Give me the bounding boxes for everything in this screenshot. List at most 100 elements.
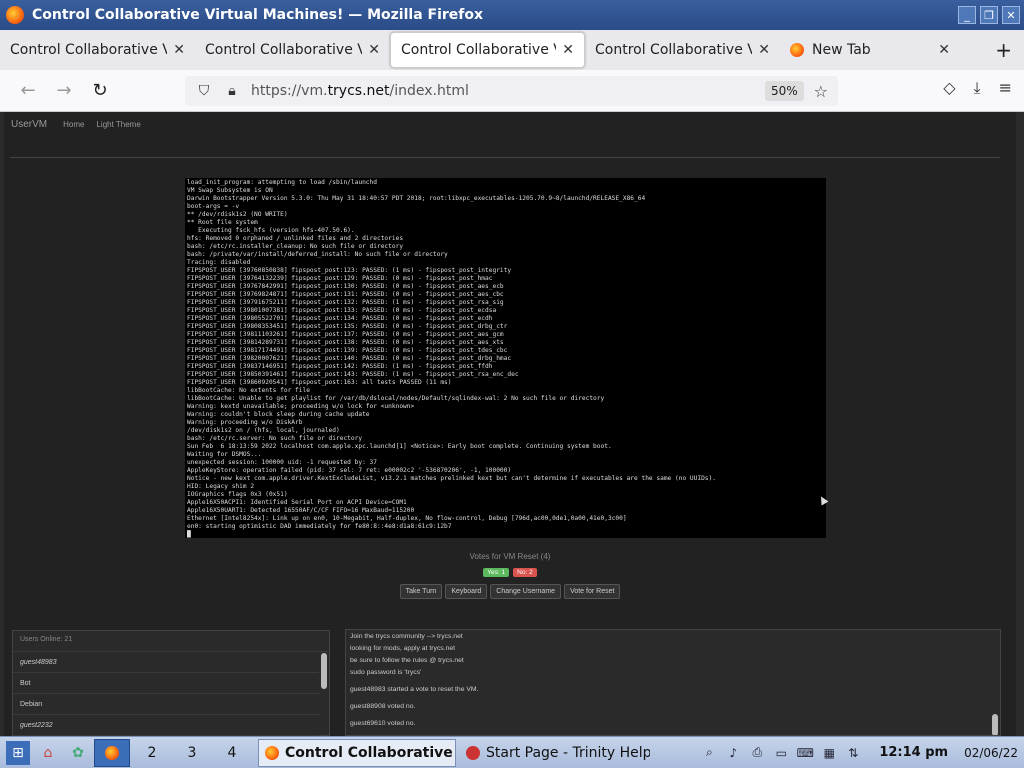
minimize-button[interactable]: _ xyxy=(958,6,976,24)
url-bar[interactable]: ⛉ 🔒︎ https://vm.trycs.net/index.html 50%… xyxy=(185,76,838,106)
navigation-bar: ← → ↻ ⛉ 🔒︎ https://vm.trycs.net/index.ht… xyxy=(0,70,1024,112)
download-icon[interactable]: ⤓ xyxy=(974,78,981,98)
console-line: IOGraphics flags 0x3 (0x51) xyxy=(187,491,288,498)
volume-icon[interactable]: ♪ xyxy=(723,743,743,763)
network-icon[interactable]: ✿ xyxy=(66,741,90,765)
pocket-icon[interactable]: ◇ xyxy=(943,78,955,98)
home-icon[interactable]: ⌂ xyxy=(36,741,60,765)
date[interactable]: 02/06/22 xyxy=(964,746,1018,760)
user-list-item[interactable]: Debian xyxy=(13,694,319,715)
users-scrollbar[interactable] xyxy=(321,653,327,689)
console-line: libBootCache: Unable to get playlist for… xyxy=(187,395,605,402)
chat-message: Join the trycs community --> trycs.net xyxy=(350,633,463,640)
console-line: load_init_program: attempting to load /s… xyxy=(187,179,377,186)
votes-title: Votes for VM Reset (4) xyxy=(469,552,551,561)
vm-screen[interactable]: load_init_program: attempting to load /s… xyxy=(185,178,826,538)
back-button[interactable]: ← xyxy=(10,76,46,106)
bookmark-star-icon[interactable]: ☆ xyxy=(814,82,828,101)
console-line: VM Swap Subsystem is ON xyxy=(187,187,273,194)
workspace-4[interactable]: 4 xyxy=(214,739,250,767)
console-line: ** Root file system xyxy=(187,219,258,226)
tab-close-icon[interactable]: ✕ xyxy=(173,42,185,58)
console-line: FIPSPOST_USER [39850391461] fipspost_pos… xyxy=(187,371,519,378)
vote-for-reset-button[interactable]: Vote for Reset xyxy=(564,584,621,599)
console-line: FIPSPOST_USER [39769824871] fipspost_pos… xyxy=(187,291,504,298)
tab-close-icon[interactable]: ✕ xyxy=(758,42,770,58)
site-navbar: UserVM Home Light Theme xyxy=(4,112,1016,136)
menu-icon[interactable]: ≡ xyxy=(999,78,1012,98)
close-window-button[interactable]: ✕ xyxy=(1002,6,1020,24)
console-line: Warning: proceeding w/o DiskArb xyxy=(187,419,303,426)
window-title: Control Collaborative Virtual Machines! … xyxy=(32,7,484,23)
site-brand[interactable]: UserVM xyxy=(11,119,47,130)
system-tray: ⌕ ♪ ⎙ ▭ ⌨ ▦ ⇅ 12:14 pm 02/06/22 xyxy=(699,743,1024,763)
console-line: FIPSPOST_USER [39820007621] fipspost_pos… xyxy=(187,355,512,362)
tab-close-icon[interactable]: ✕ xyxy=(368,42,380,58)
console-line: Warning: kextd unavailable; proceeding w… xyxy=(187,403,415,410)
chat-message: guest69610 voted no. xyxy=(350,720,416,727)
url-text[interactable]: https://vm.trycs.net/index.html xyxy=(251,83,765,99)
chat-message: sudo password is 'trycs' xyxy=(350,669,422,676)
taskbar-task-help[interactable]: Start Page - Trinity Help C xyxy=(460,739,650,767)
chat-message: looking for mods, apply at trycs.net xyxy=(350,645,456,652)
lock-icon[interactable]: 🔒︎ xyxy=(221,83,243,99)
take-turn-button[interactable]: Take Turn xyxy=(399,584,443,599)
chat-panel: Join the trycs community --> trycs.net l… xyxy=(345,629,1001,736)
vote-badges: Yes: 1 No: 2 xyxy=(4,568,1016,577)
user-list-item[interactable]: guest48983 xyxy=(13,652,319,673)
nav-link-home[interactable]: Home xyxy=(63,120,84,129)
tab-label: New Tab xyxy=(812,42,871,58)
keyboard-icon[interactable]: ⌨ xyxy=(795,743,815,763)
console-line: Waiting for DSMOS... xyxy=(187,451,262,458)
tab-close-icon[interactable]: ✕ xyxy=(938,42,950,58)
nav-link-light-theme[interactable]: Light Theme xyxy=(96,120,140,129)
display-icon[interactable]: ▭ xyxy=(771,743,791,763)
user-list-item[interactable]: Bot xyxy=(13,673,319,694)
user-list-item[interactable]: guest2232 xyxy=(13,715,319,736)
users-online-header: Users Online: 21 xyxy=(13,631,329,652)
shield-icon[interactable]: ⛉ xyxy=(193,83,215,99)
zoom-level[interactable]: 50% xyxy=(764,81,804,101)
browser-tab-3[interactable]: Control Collaborative Vi ✕ xyxy=(390,32,585,68)
chat-message: be sure to follow the rules @ trycs.net xyxy=(350,657,464,664)
workspace-3[interactable]: 3 xyxy=(174,739,210,767)
console-line: Apple16X50UART1: Detected 16550AF/C/CF F… xyxy=(187,507,415,514)
console-line: bash: /private/var/install/deferred_inst… xyxy=(187,251,448,258)
tab-label: Control Collaborative Vi xyxy=(595,42,753,58)
console-line: FIPSPOST_USER [39801007381] fipspost_pos… xyxy=(187,307,497,314)
reload-button[interactable]: ↻ xyxy=(82,76,118,106)
forward-button[interactable]: → xyxy=(46,76,82,106)
console-line: en0: starting optimistic DAD immediately… xyxy=(187,523,452,530)
network-status-icon[interactable]: ⇅ xyxy=(843,743,863,763)
console-line: Warning: couldn't block sleep during cac… xyxy=(187,411,370,418)
change-username-button[interactable]: Change Username xyxy=(490,584,562,599)
keyboard-button[interactable]: Keyboard xyxy=(445,584,488,599)
workspace-2[interactable]: 2 xyxy=(134,739,170,767)
clock[interactable]: 12:14 pm xyxy=(879,745,948,760)
calendar-icon[interactable]: ▦ xyxy=(819,743,839,763)
console-line: /dev/disk1s2 on / (hfs, local, journaled… xyxy=(187,427,340,434)
browser-tab-4[interactable]: Control Collaborative Vi ✕ xyxy=(585,32,780,68)
browser-tab-2[interactable]: Control Collaborative Vi ✕ xyxy=(195,32,390,68)
console-line: HID: Legacy shim 2 xyxy=(187,483,255,490)
tab-label: Control Collaborative Vi xyxy=(205,42,363,58)
taskbar-task-firefox[interactable]: Control Collaborative Vi xyxy=(258,738,456,767)
vote-yes-badge: Yes: 1 xyxy=(483,568,510,577)
search-icon[interactable]: ⌕ xyxy=(699,743,719,763)
menu-start-icon[interactable]: ⊞ xyxy=(6,740,30,765)
maximize-button[interactable]: ❐ xyxy=(980,6,998,24)
printer-icon[interactable]: ⎙ xyxy=(747,743,767,763)
console-line: FIPSPOST_USER [39791675211] fipspost_pos… xyxy=(187,299,504,306)
workspace-1[interactable] xyxy=(94,738,130,767)
chat-message: guest48983 started a vote to reset the V… xyxy=(350,686,479,693)
task-label: Start Page - Trinity Help C xyxy=(486,744,650,761)
tab-close-icon[interactable]: ✕ xyxy=(562,42,574,58)
firefox-icon xyxy=(105,745,119,760)
browser-tab-new[interactable]: New Tab ✕ xyxy=(780,32,960,68)
browser-tab-1[interactable]: Control Collaborative Vi ✕ xyxy=(0,32,195,68)
console-line: FIPSPOST_USER [39764132239] fipspost_pos… xyxy=(187,275,493,282)
new-tab-button[interactable]: + xyxy=(995,38,1012,62)
console-line: bash: /etc/rc.installer_cleanup: No such… xyxy=(187,243,404,250)
console-line: FIPSPOST_USER [39767842991] fipspost_pos… xyxy=(187,283,504,290)
chat-scrollbar[interactable] xyxy=(992,714,998,735)
